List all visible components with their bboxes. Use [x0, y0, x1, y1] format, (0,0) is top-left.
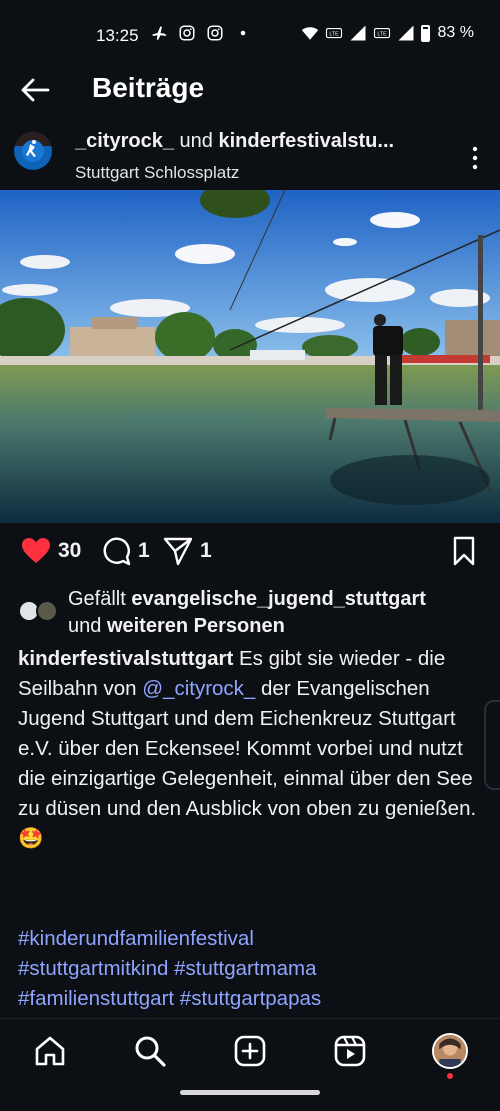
- search-icon[interactable]: [132, 1033, 168, 1069]
- signal-icon: [398, 25, 414, 41]
- caption-user[interactable]: kinderfestivalstuttgart: [18, 647, 233, 670]
- instagram-icon: [207, 25, 223, 41]
- arrow-left-icon[interactable]: [18, 73, 52, 107]
- paper-plane-icon: [163, 537, 193, 566]
- battery-percent: 83 %: [437, 24, 474, 41]
- page-title: Beiträge: [92, 72, 205, 103]
- post-photo-image: [0, 190, 500, 523]
- volte-icon: LTE: [325, 27, 342, 39]
- notification-dot: [447, 1073, 453, 1079]
- status-time: 13:25: [96, 26, 139, 45]
- author-2[interactable]: kinderfestivalstu...: [218, 130, 394, 152]
- post-location[interactable]: Stuttgart Schlossplatz: [75, 163, 239, 183]
- hashtags-line-3[interactable]: #familienstuttgart #stuttgartpapas: [18, 984, 488, 1014]
- status-icons-left: [150, 24, 252, 42]
- liked-by-row[interactable]: Gefällt evangelische_jugend_stuttgart un…: [0, 586, 500, 642]
- liked-by-user[interactable]: evangelische_jugend_stuttgart: [131, 588, 426, 610]
- caption-text-2: der Evangelischen Jugend Stuttgart und d…: [18, 677, 477, 850]
- status-icons-right: LTE LTE 83 %: [301, 24, 474, 42]
- status-bar: 13:25 LTE LTE 83 %: [0, 0, 500, 70]
- signal-icon: [350, 25, 366, 41]
- comments-count: 1: [138, 539, 150, 562]
- shares-count: 1: [200, 539, 212, 562]
- header: Beiträge: [0, 70, 500, 110]
- liked-by-prefix: Gefällt: [68, 588, 132, 610]
- volte-icon: LTE: [373, 27, 390, 39]
- post-caption: kinderfestivalstuttgart Es gibt sie wied…: [18, 644, 488, 854]
- likes-count: 30: [58, 539, 82, 562]
- edge-panel-handle[interactable]: [484, 700, 500, 790]
- profile-avatar[interactable]: [432, 1033, 468, 1069]
- bottom-nav: [0, 1018, 500, 1111]
- dot-icon: [240, 30, 246, 36]
- save-button[interactable]: [448, 535, 480, 567]
- post-photo[interactable]: [0, 190, 500, 523]
- author-connector: und: [173, 130, 219, 152]
- liked-by-others[interactable]: weiteren Personen: [107, 615, 285, 637]
- reels-icon[interactable]: [332, 1033, 368, 1069]
- home-icon[interactable]: [32, 1033, 68, 1069]
- hashtags-line-2[interactable]: #stuttgartmitkind #stuttgartmama: [18, 954, 488, 984]
- post-actions: 30 1 1: [0, 535, 500, 575]
- post-author-row: _cityrock_ und kinderfestivalstu... Stut…: [0, 126, 500, 188]
- author-avatar[interactable]: [14, 132, 52, 170]
- create-icon[interactable]: [232, 1033, 268, 1069]
- liked-by-mid: und: [68, 615, 107, 637]
- wifi-icon: [301, 27, 318, 40]
- heart-filled-icon: [22, 538, 50, 563]
- liked-by-avatars: [18, 600, 62, 624]
- vertical-dots-icon[interactable]: [470, 146, 480, 170]
- home-indicator[interactable]: [180, 1090, 320, 1095]
- caption-mention[interactable]: @_cityrock_: [142, 677, 255, 700]
- hashtags-line-1[interactable]: #kinderundfamilienfestival: [18, 924, 488, 954]
- author-1[interactable]: _cityrock_: [75, 130, 174, 152]
- instagram-icon: [179, 25, 195, 41]
- airplane-icon: [152, 26, 167, 40]
- bookmark-icon: [453, 536, 475, 566]
- svg-text:LTE: LTE: [377, 31, 387, 37]
- author-names[interactable]: _cityrock_ und kinderfestivalstu...: [75, 130, 430, 153]
- liked-by-text: Gefällt evangelische_jugend_stuttgart un…: [68, 586, 488, 640]
- comment-button[interactable]: 1: [100, 535, 150, 567]
- svg-text:LTE: LTE: [329, 31, 339, 37]
- like-button[interactable]: 30: [20, 535, 81, 567]
- comment-icon: [103, 537, 131, 566]
- avatar: [36, 600, 58, 622]
- share-button[interactable]: 1: [162, 535, 212, 567]
- post-hashtags: #kinderundfamilienfestival #stuttgartmit…: [18, 924, 488, 1014]
- battery-icon: [420, 24, 430, 42]
